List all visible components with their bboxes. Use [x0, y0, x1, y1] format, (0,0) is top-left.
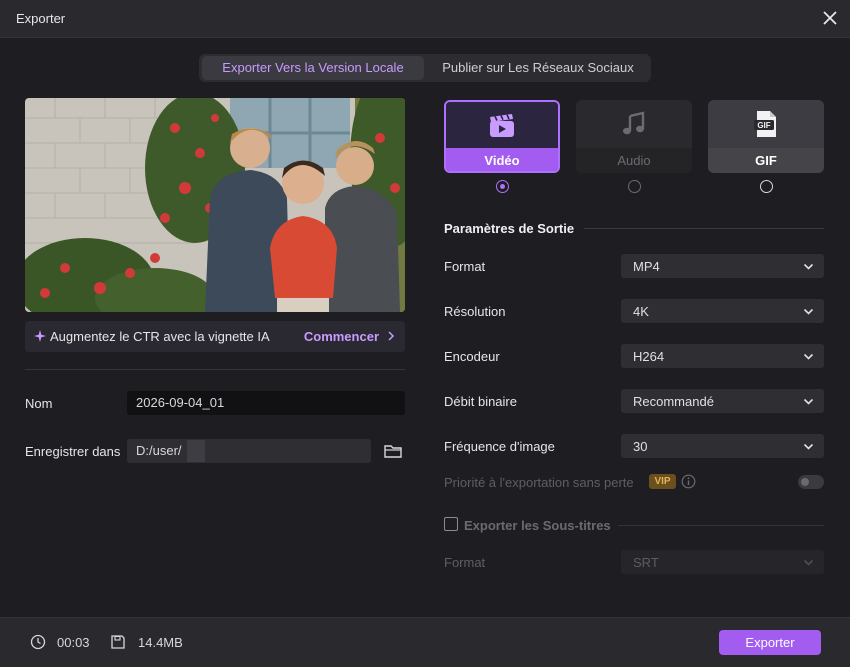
- info-icon[interactable]: [681, 474, 696, 489]
- frame-rate-label: Fréquence d'image: [444, 439, 555, 454]
- start-link[interactable]: Commencer: [304, 329, 379, 344]
- radio-gif[interactable]: [760, 180, 773, 193]
- chevron-down-icon: [803, 353, 814, 360]
- radio-audio[interactable]: [628, 180, 641, 193]
- encoder-label: Encodeur: [444, 349, 500, 364]
- bitrate-value: Recommandé: [633, 394, 714, 409]
- svg-text:GIF: GIF: [757, 121, 770, 130]
- output-settings-title: Paramètres de Sortie: [444, 221, 575, 236]
- resolution-select[interactable]: 4K: [621, 299, 824, 323]
- save-disk-icon: [111, 635, 125, 649]
- resolution-value: 4K: [633, 304, 649, 319]
- format-label: Format: [444, 259, 486, 274]
- redacted-path: [187, 440, 205, 462]
- bitrate-label: Débit binaire: [444, 394, 517, 409]
- lossless-toggle[interactable]: [798, 475, 824, 489]
- video-clapper-icon: [490, 114, 514, 137]
- window-title: Exporter: [16, 11, 66, 26]
- subtitle-format-select[interactable]: SRT: [621, 550, 824, 574]
- ai-thumbnail-banner: Augmentez le CTR avec la vignette IA Com…: [25, 321, 405, 352]
- frame-rate-select[interactable]: 30: [621, 434, 824, 458]
- tab-social-publish[interactable]: Publier sur Les Réseaux Sociaux: [428, 56, 648, 80]
- divider: [618, 525, 824, 526]
- chevron-right-icon[interactable]: [385, 330, 397, 342]
- format-card-video[interactable]: Vidéo: [444, 100, 560, 173]
- export-subtitles-checkbox[interactable]: [444, 517, 458, 531]
- export-subtitles-label: Exporter les Sous-titres: [464, 518, 611, 533]
- preview-thumbnail-image: [25, 98, 405, 312]
- close-icon[interactable]: [820, 8, 840, 28]
- format-card-audio-label: Audio: [576, 148, 692, 173]
- export-mode-tabs: Exporter Vers la Version Locale Publier …: [199, 54, 651, 82]
- name-label: Nom: [25, 396, 53, 411]
- chevron-down-icon: [803, 263, 814, 270]
- format-card-audio[interactable]: Audio: [576, 100, 692, 173]
- format-card-video-label: Vidéo: [446, 148, 558, 171]
- chevron-down-icon: [803, 398, 814, 405]
- frame-rate-value: 30: [633, 439, 648, 454]
- encoder-value: H264: [633, 349, 665, 364]
- footer-bar: 00:03 14.4MB Exporter: [0, 617, 850, 667]
- duration-text: 00:03: [57, 635, 90, 650]
- vip-badge: VIP: [649, 474, 676, 489]
- chevron-down-icon: [803, 559, 814, 566]
- save-location-label: Enregistrer dans: [25, 444, 121, 459]
- lossless-priority-label: Priorité à l'exportation sans perte: [444, 475, 634, 490]
- resolution-label: Résolution: [444, 304, 506, 319]
- clock-icon: [30, 634, 46, 650]
- video-preview: [25, 98, 405, 312]
- format-card-gif-label: GIF: [708, 148, 824, 173]
- chevron-down-icon: [803, 443, 814, 450]
- format-select[interactable]: MP4: [621, 254, 824, 278]
- chevron-down-icon: [803, 308, 814, 315]
- radio-video[interactable]: [496, 180, 509, 193]
- folder-icon[interactable]: [383, 441, 403, 461]
- file-size-text: 14.4MB: [138, 635, 183, 650]
- save-path-input[interactable]: D:/user/: [127, 439, 371, 463]
- subtitle-format-label: Format: [444, 555, 486, 570]
- format-value: MP4: [633, 259, 660, 274]
- gif-file-icon: GIF: [754, 111, 776, 137]
- format-card-gif[interactable]: GIF GIF: [708, 100, 824, 173]
- divider: [584, 228, 824, 229]
- encoder-select[interactable]: H264: [621, 344, 824, 368]
- music-note-icon: [623, 111, 645, 135]
- bitrate-select[interactable]: Recommandé: [621, 389, 824, 413]
- sparkle-icon: [34, 330, 46, 342]
- export-button[interactable]: Exporter: [719, 630, 821, 655]
- banner-text: Augmentez le CTR avec la vignette IA: [50, 329, 270, 344]
- subtitle-format-value: SRT: [633, 555, 659, 570]
- divider: [25, 369, 405, 370]
- name-input[interactable]: 2026-09-04_01: [127, 391, 405, 415]
- title-bar: Exporter: [0, 0, 850, 38]
- tab-local-export[interactable]: Exporter Vers la Version Locale: [202, 56, 424, 80]
